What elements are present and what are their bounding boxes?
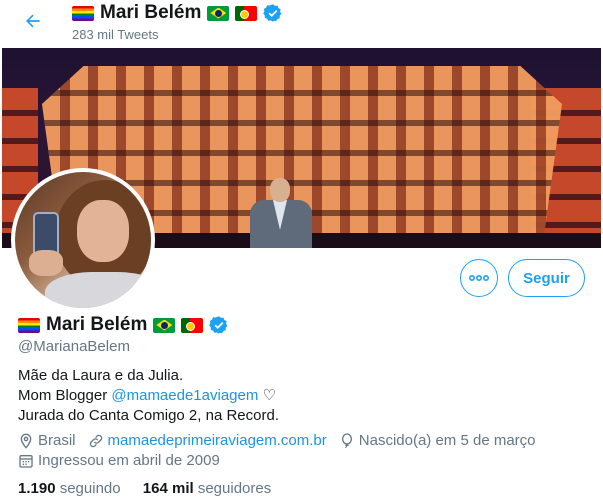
bio-line-2-prefix: Mom Blogger: [18, 387, 112, 404]
profile-name: Mari Belém: [46, 314, 148, 335]
profile-name-row: Mari Belém: [18, 314, 229, 336]
avatar[interactable]: [11, 168, 155, 312]
verified-badge-icon: [209, 316, 228, 334]
bio-mention-link[interactable]: @mamaede1aviagem: [111, 387, 258, 404]
verified-badge-icon: [263, 4, 282, 22]
birthday-text: Nascido(a) em 5 de março: [358, 432, 536, 449]
portugal-flag-icon: [235, 5, 258, 21]
back-button[interactable]: [18, 6, 48, 36]
rainbow-flag-icon: [18, 317, 40, 333]
balloon-icon: [341, 432, 352, 448]
birthday-item: Nascido(a) em 5 de março: [339, 432, 536, 449]
bio-line-2: Mom Blogger @mamaede1aviagem ♡: [18, 386, 279, 406]
banner-host-figure: [242, 178, 320, 248]
joined-row: Ingressou em abril de 2009: [18, 452, 232, 469]
header-name-row: Mari Belém: [72, 2, 283, 24]
profile-header-bar: Mari Belém 283 mil Tweets: [0, 0, 603, 46]
link-icon: [89, 434, 102, 447]
following-count: 1.190: [18, 480, 56, 497]
arrow-left-icon: [26, 14, 40, 28]
brazil-flag-icon: [153, 317, 176, 333]
bio-line-3: Jurada do Canta Comigo 2, na Record.: [18, 407, 279, 424]
website-item: mamaedeprimeiraviagem.com.br: [88, 432, 327, 449]
bio-line-2-suffix: ♡: [258, 387, 276, 404]
following-label: seguindo: [59, 480, 121, 497]
profile-stats: 1.190 seguindo 164 mil seguidores: [18, 480, 289, 497]
joined-text: Ingressou em abril de 2009: [38, 452, 220, 469]
location-pin-icon: [20, 433, 32, 449]
more-options-button[interactable]: [460, 259, 498, 297]
bio-line-1: Mãe da Laura e da Julia.: [18, 367, 184, 384]
rainbow-flag-icon: [72, 5, 94, 21]
followers-link[interactable]: 164 mil seguidores: [143, 480, 271, 497]
following-link[interactable]: 1.190 seguindo: [18, 480, 121, 497]
brazil-flag-icon: [207, 5, 230, 21]
website-link[interactable]: mamaedeprimeiraviagem.com.br: [108, 432, 327, 449]
tweet-count: 283 mil Tweets: [72, 27, 159, 42]
more-dots-icon: [468, 274, 490, 282]
follow-button[interactable]: Seguir: [508, 259, 585, 297]
followers-count: 164 mil: [142, 480, 194, 497]
location-text: Brasil: [38, 432, 76, 449]
portugal-flag-icon: [181, 317, 204, 333]
joined-item: Ingressou em abril de 2009: [18, 452, 220, 469]
profile-bio: Mãe da Laura e da Julia. Mom Blogger @ma…: [18, 366, 279, 426]
location-item: Brasil: [18, 432, 76, 449]
header-name: Mari Belém: [100, 2, 202, 23]
followers-label: seguidores: [197, 480, 272, 497]
profile-handle: @MarianaBelem: [18, 338, 130, 355]
calendar-icon: [19, 454, 33, 468]
profile-meta-row: Brasil mamaedeprimeiraviagem.com.br Nasc…: [18, 432, 548, 449]
